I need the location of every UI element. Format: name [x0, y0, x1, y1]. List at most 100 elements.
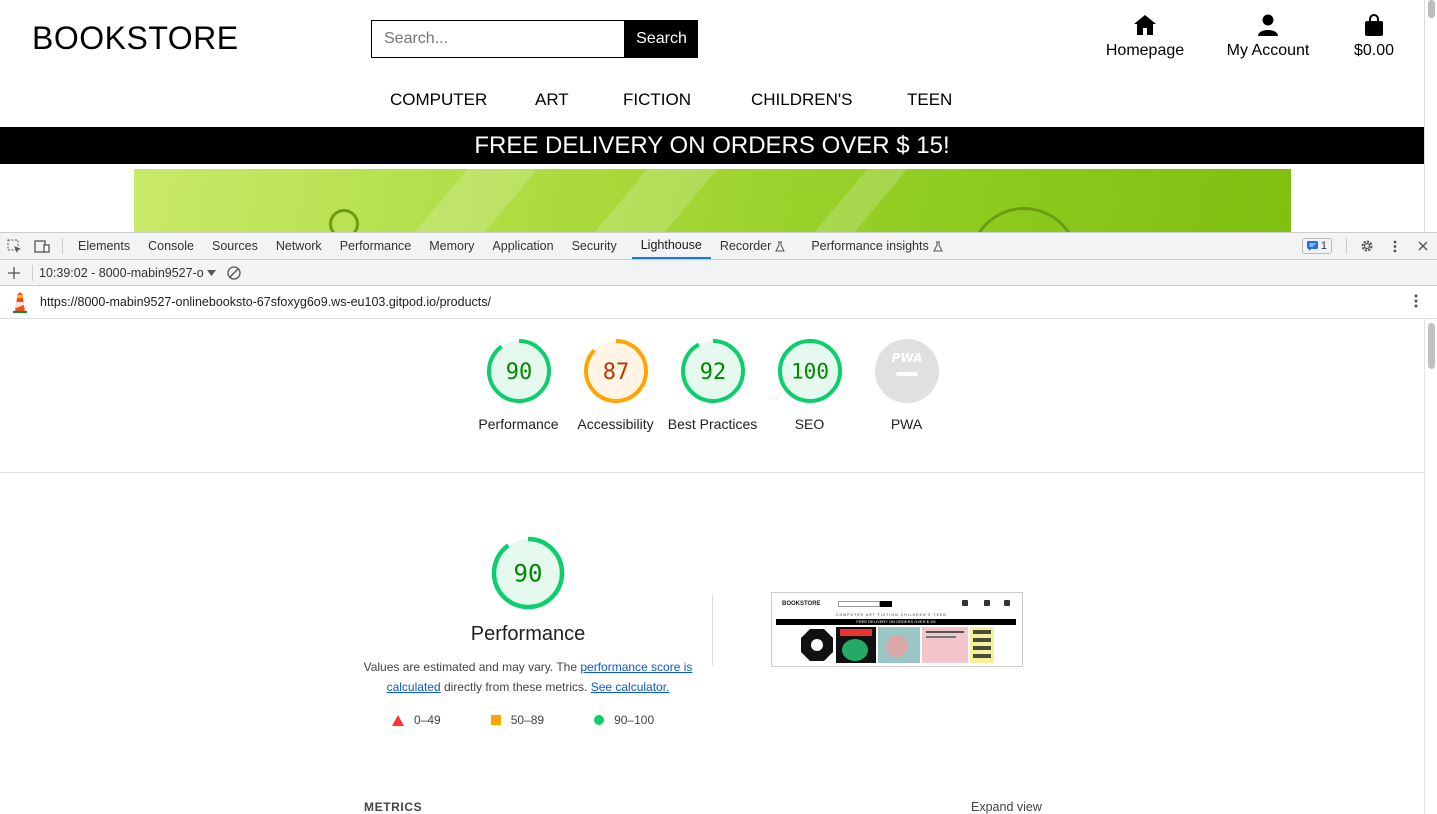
square-icon: [490, 715, 501, 725]
user-icon: [1258, 14, 1278, 36]
bag-total: $0.00: [1353, 42, 1395, 59]
chevron-down-icon: [206, 269, 216, 276]
tab-sources[interactable]: Sources: [203, 233, 267, 259]
tab-memory[interactable]: Memory: [420, 233, 483, 259]
section-divider: [0, 472, 1424, 473]
gauge-pwa[interactable]: PWA PWA: [858, 338, 955, 434]
metrics-heading: METRICS: [364, 800, 423, 814]
score-gauges: 90 Performance 87 Accessibility 92 Best …: [470, 338, 955, 434]
search-input[interactable]: [371, 20, 625, 58]
tab-network[interactable]: Network: [267, 233, 331, 259]
shopping-bag-icon: [1365, 14, 1383, 36]
category-nav: COMPUTER ART FICTION CHILDREN'S TEEN: [390, 90, 952, 110]
gauge-label: Accessibility: [577, 416, 654, 432]
legend-range: 50–89: [510, 713, 545, 727]
nav-my-account[interactable]: My Account: [1224, 14, 1312, 60]
nav-homepage-label: Homepage: [1105, 42, 1185, 59]
inspect-element-icon[interactable]: [0, 233, 28, 259]
gauge-best-practices[interactable]: 92 Best Practices: [664, 338, 761, 434]
tab-application[interactable]: Application: [483, 233, 562, 259]
flask-icon: [932, 241, 943, 251]
more-vertical-icon[interactable]: [1414, 294, 1418, 311]
category-fiction[interactable]: FICTION: [623, 90, 751, 110]
tab-recorder-label: Recorder: [719, 239, 772, 253]
gauge-accessibility[interactable]: 87 Accessibility: [567, 338, 664, 434]
thumb-banner: FREE DELIVERY ON ORDERS OVER $ 15!: [776, 619, 1016, 625]
lighthouse-report: 90 Performance 87 Accessibility 92 Best …: [0, 319, 1424, 814]
devtools-tabbar: Elements Console Sources Network Perform…: [0, 232, 1437, 260]
legend-fail: 0–49: [392, 713, 441, 727]
thumb-logo: BOOKSTORE: [782, 601, 821, 607]
gauge-chart: 92: [680, 339, 745, 403]
gauge-score: 90: [514, 560, 543, 588]
device-toolbar-icon[interactable]: [28, 233, 56, 259]
tab-performance-insights-label: Performance insights: [811, 239, 929, 253]
performance-heading: Performance: [470, 623, 586, 645]
plus-icon[interactable]: [0, 260, 28, 286]
nav-shopping-bag[interactable]: $0.00: [1350, 14, 1398, 60]
legend-range: 90–100: [614, 713, 655, 727]
tab-elements[interactable]: Elements: [69, 233, 139, 259]
gauge-chart: 100: [777, 339, 842, 403]
nav-homepage[interactable]: Homepage: [1105, 14, 1185, 60]
performance-gauge-large: 90: [491, 536, 565, 610]
report-select-value: 10:39:02 - 8000-mabin9527-o: [39, 265, 204, 280]
lighthouse-icon: [0, 291, 40, 313]
gauge-score: 90: [505, 360, 532, 385]
report-url-bar: https://8000-mabin9527-onlinebooksto-67s…: [0, 286, 1437, 319]
gauge-performance[interactable]: 90 Performance: [470, 338, 567, 434]
desc-text: directly from these metrics.: [440, 680, 591, 694]
delivery-banner: FREE DELIVERY ON ORDERS OVER $ 15!: [0, 127, 1424, 164]
tab-lighthouse[interactable]: Lighthouse: [631, 233, 711, 259]
report-scrollbar[interactable]: [1424, 319, 1437, 814]
tab-security[interactable]: Security: [563, 233, 626, 259]
site-logo[interactable]: BOOKSTORE: [32, 20, 239, 57]
circle-icon: [594, 715, 605, 725]
category-teen[interactable]: TEEN: [907, 90, 952, 110]
website-viewport: BOOKSTORE Search Homepage My Account $0.…: [0, 0, 1424, 232]
triangle-icon: [392, 714, 404, 726]
more-vertical-icon[interactable]: [1381, 233, 1409, 259]
gauge-score: 92: [699, 360, 726, 385]
desc-text: Values are estimated and may vary. The: [363, 660, 581, 674]
report-select[interactable]: 10:39:02 - 8000-mabin9527-o: [39, 266, 216, 280]
category-childrens[interactable]: CHILDREN'S: [751, 90, 907, 110]
gauge-score: 100: [791, 360, 829, 384]
nav-my-account-label: My Account: [1226, 42, 1310, 59]
see-calculator-link[interactable]: See calculator.: [591, 680, 670, 694]
tab-performance[interactable]: Performance: [331, 233, 421, 259]
issues-badge[interactable]: 1: [1301, 238, 1332, 254]
gauge-label: Best Practices: [667, 416, 758, 432]
tab-performance-insights[interactable]: Performance insights: [802, 233, 951, 259]
search-button[interactable]: Search: [625, 20, 698, 58]
gauge-seo[interactable]: 100 SEO: [761, 338, 858, 434]
site-scrollbar[interactable]: [1424, 0, 1437, 232]
gauge-chart: 90: [486, 339, 551, 403]
pwa-badge: PWA: [874, 339, 939, 403]
report-url[interactable]: https://8000-mabin9527-onlinebooksto-67s…: [40, 295, 491, 309]
category-computer[interactable]: COMPUTER: [390, 90, 512, 110]
gear-icon[interactable]: [1353, 233, 1381, 259]
clear-icon[interactable]: [220, 260, 248, 286]
lighthouse-toolbar: 10:39:02 - 8000-mabin9527-o: [0, 260, 1437, 286]
gauge-chart: 87: [583, 339, 648, 403]
gauge-label: Performance: [478, 416, 559, 432]
final-screenshot-thumbnail[interactable]: BOOKSTORE COMPUTER ART FICTION CHILDREN'…: [771, 592, 1023, 667]
issues-count: 1: [1320, 240, 1327, 252]
pwa-badge-text: PWA: [891, 351, 922, 365]
gauge-label: PWA: [890, 416, 923, 432]
gauge-label: SEO: [794, 416, 825, 432]
score-legend: 0–49 50–89 90–100: [392, 713, 700, 727]
performance-description: Values are estimated and may vary. The p…: [360, 657, 696, 697]
close-icon[interactable]: [1409, 233, 1437, 259]
message-icon: [1306, 241, 1318, 251]
legend-average: 50–89: [490, 713, 545, 727]
vertical-divider: [712, 594, 713, 666]
expand-view-toggle[interactable]: Expand view: [971, 800, 1042, 814]
legend-range: 0–49: [414, 713, 441, 727]
tab-console[interactable]: Console: [139, 233, 203, 259]
site-search: Search: [371, 20, 698, 58]
hero-image: [134, 169, 1291, 232]
category-art[interactable]: ART: [535, 90, 625, 110]
tab-recorder[interactable]: Recorder: [711, 233, 794, 259]
